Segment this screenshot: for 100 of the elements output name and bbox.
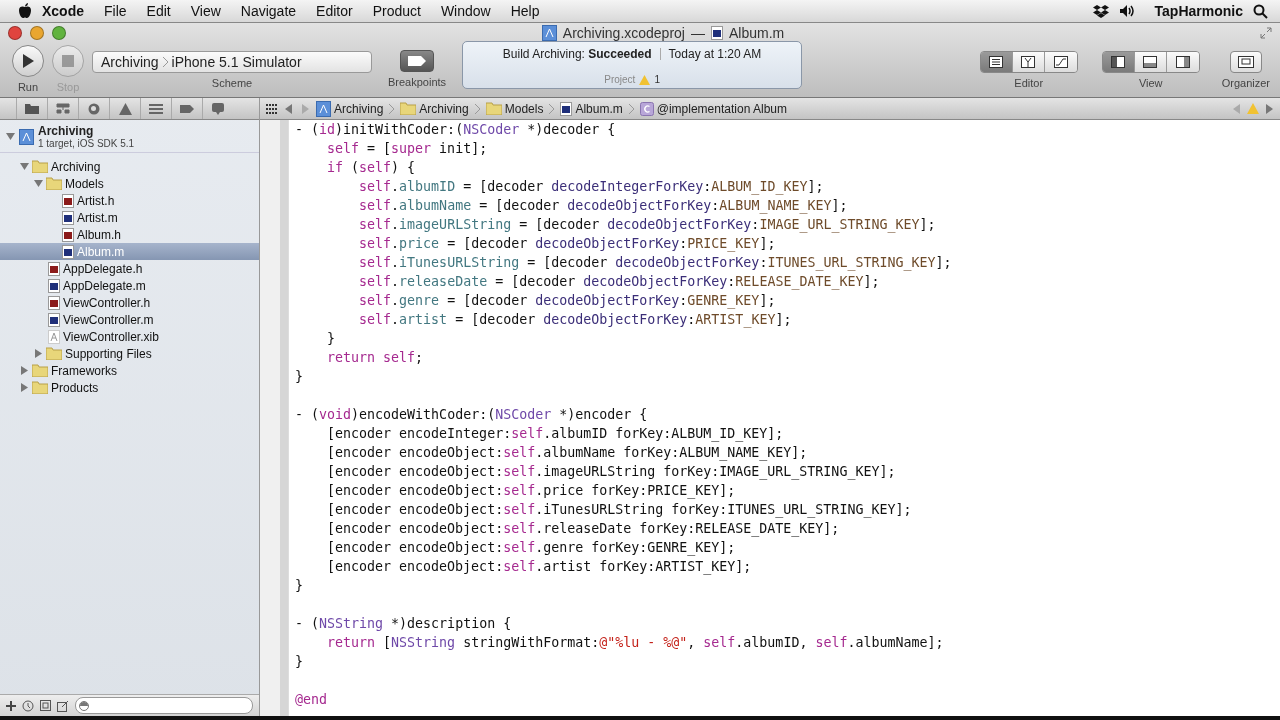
chevron-icon [389, 103, 395, 114]
menu-item[interactable]: Help [500, 3, 550, 19]
view-toggle-button[interactable] [1102, 52, 1135, 72]
menu-item[interactable]: Product [362, 3, 431, 19]
file-tree-item[interactable]: ViewController.h [0, 294, 259, 311]
code-line: - (NSString *)description { [295, 615, 513, 633]
grid-icon[interactable] [266, 103, 278, 114]
code-line: self = [super init]; [326, 140, 489, 158]
project-label: Project [604, 74, 636, 85]
app-menu[interactable]: Xcode [32, 3, 94, 19]
tag-icon [180, 104, 194, 113]
run-label: Run [17, 81, 39, 93]
file-tree-item[interactable]: ViewController.m [0, 311, 259, 328]
breadcrumb[interactable]: Archiving [400, 101, 469, 116]
disclosure-open-icon[interactable] [6, 132, 15, 141]
view-toggle-button[interactable] [1166, 52, 1199, 72]
source-file-icon [62, 210, 74, 225]
clock-icon[interactable] [22, 699, 34, 712]
add-icon[interactable] [6, 700, 16, 711]
breadcrumb[interactable]: Models [485, 101, 544, 116]
file-tree-item[interactable]: Models [0, 175, 259, 192]
file-tree-item[interactable]: Album.h [0, 226, 259, 243]
project-icon [316, 100, 331, 117]
menu-item[interactable]: Navigate [230, 3, 307, 19]
file-tree-item[interactable]: Artist.h [0, 192, 259, 209]
box-icon[interactable] [40, 700, 51, 711]
project-item[interactable]: Archiving 1 target, iOS SDK 5.1 [0, 122, 259, 153]
code-line: - (void)encodeWithCoder:(NSCoder *)encoder { [295, 406, 649, 424]
organizer-label: Organizer [1221, 77, 1270, 89]
file-tree-item[interactable]: Products [0, 379, 259, 396]
editor-mode-button[interactable] [1044, 52, 1077, 72]
chevron-icon [628, 103, 634, 114]
code-line: self.iTunesURLString = [decoder decodeObjectForKey:ITUNES_URL_STRING_KEY]; [358, 254, 953, 272]
disclosure-open-icon[interactable] [34, 179, 43, 188]
filter-field[interactable] [75, 697, 253, 714]
editor-mode-button[interactable] [980, 52, 1013, 72]
code-line: self.albumID = [decoder decodeIntegerForKey:ALBUM_ID_KEY]; [358, 178, 825, 196]
code-line: self.artist = [decoder decodeObjectForKey:ARTIST_KEY]; [358, 311, 793, 329]
close-button[interactable] [8, 26, 22, 40]
file-tree-item[interactable]: ViewController.xib [0, 328, 259, 345]
code-line: - (id)initWithCoder:(NSCoder *)decoder { [295, 121, 617, 139]
code-line: self.albumName = [decoder decodeObjectForKey:ALBUM_NAME_KEY]; [358, 197, 849, 215]
minimize-button[interactable] [30, 26, 44, 40]
warning-icon [639, 74, 651, 85]
chevron-icon [474, 103, 480, 114]
file-tree-item[interactable]: Frameworks [0, 362, 259, 379]
menu-item[interactable]: Edit [136, 3, 181, 19]
organizer-button[interactable] [1229, 51, 1262, 73]
file-tree-item[interactable]: Supporting Files [0, 345, 259, 362]
back-icon[interactable] [284, 103, 294, 114]
breadcrumb[interactable]: Album.m [560, 101, 623, 116]
filter-icon [79, 700, 89, 711]
header-file-icon [62, 193, 74, 208]
menu-item[interactable]: Editor [306, 3, 363, 19]
breadcrumb[interactable]: Archiving [316, 100, 384, 117]
chevron-icon [162, 57, 168, 67]
zoom-button[interactable] [52, 26, 66, 40]
speaker-icon[interactable] [1118, 4, 1135, 18]
code-line: self.genre = [decoder decodeObjectForKey:GENRE_KEY]; [358, 292, 777, 310]
folder-icon [32, 381, 48, 394]
window-title: Archiving.xcodeproj [562, 25, 685, 41]
file-tree-item[interactable]: AppDelegate.h [0, 260, 259, 277]
menu-item[interactable]: File [94, 3, 137, 19]
box-icon[interactable] [1092, 4, 1109, 18]
menu-item[interactable]: View [180, 3, 231, 19]
header-file-icon [48, 295, 60, 310]
scheme-popup[interactable]: Archiving iPhone 5.1 Simulator [92, 51, 372, 73]
folder-icon [46, 177, 62, 190]
breadcrumb[interactable]: @implementation Album [639, 101, 787, 116]
file-name: Album.m [728, 25, 785, 41]
disclosure-closed-icon[interactable] [20, 383, 29, 392]
disclosure-closed-icon[interactable] [34, 349, 43, 358]
file-tree-item[interactable]: Archiving [0, 158, 259, 175]
disclosure-open-icon[interactable] [20, 162, 29, 171]
menu-item[interactable]: Window [430, 3, 501, 19]
folder-icon [25, 103, 39, 114]
bottom-panel-icon [1143, 56, 1158, 68]
search-icon[interactable] [1253, 3, 1268, 19]
fullscreen-icon[interactable] [1260, 27, 1272, 39]
source-file-icon [62, 244, 74, 259]
edit-icon[interactable] [57, 699, 69, 712]
code-line: [encoder encodeObject:self.genre forKey:GENRE_KEY]; [326, 539, 737, 557]
breakpoints-button[interactable] [400, 50, 435, 72]
code-line: self.releaseDate = [decoder decodeObjectForKey:RELEASE_DATE_KEY]; [358, 273, 881, 291]
forward-icon[interactable] [1265, 103, 1274, 114]
class-icon [639, 101, 654, 116]
source-file-icon [560, 101, 573, 116]
run-button[interactable] [12, 45, 44, 77]
view-toggle-button[interactable] [1134, 52, 1167, 72]
disclosure-closed-icon[interactable] [20, 366, 29, 375]
editor-mode-button[interactable] [1012, 52, 1045, 72]
folder-icon [32, 160, 48, 173]
code-line: self.price = [decoder decodeObjectForKey:PRICE_KEY]; [358, 235, 777, 253]
user-name[interactable]: TapHarmonic [1144, 3, 1253, 19]
code-line: [encoder encodeInteger:self.albumID forKey:ALBUM_ID_KEY]; [326, 425, 785, 443]
build-status: Build Archiving: Succeeded [502, 47, 652, 61]
file-tree-item[interactable]: Artist.m [0, 209, 259, 226]
apple-icon[interactable] [18, 3, 32, 19]
source-file-icon [710, 26, 723, 40]
file-tree-item[interactable]: AppDelegate.m [0, 277, 259, 294]
